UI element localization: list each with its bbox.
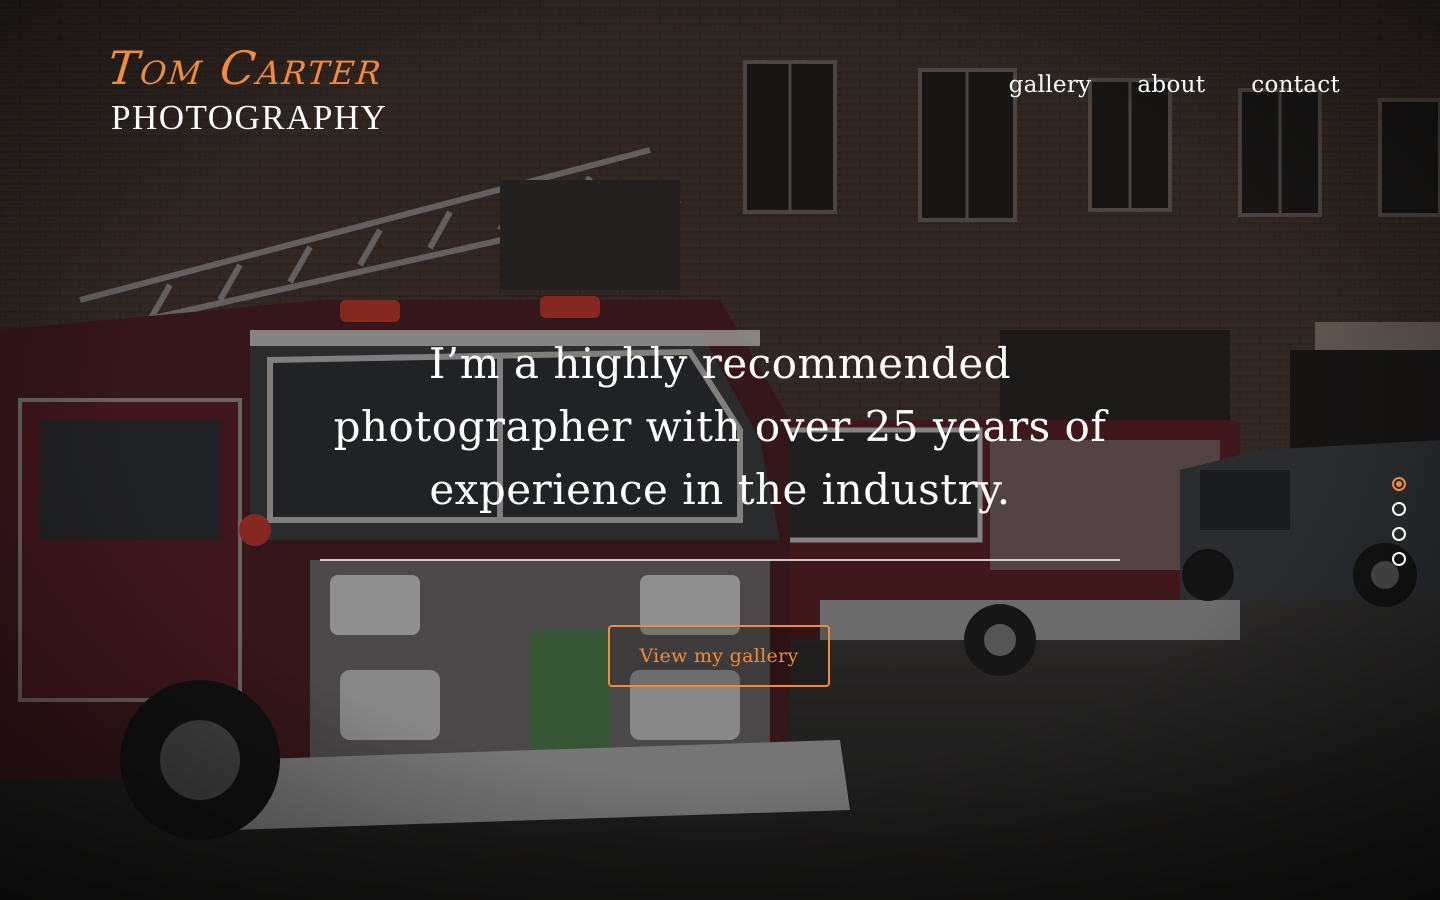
slider-dot-4[interactable] bbox=[1392, 552, 1406, 566]
nav-link-about[interactable]: about bbox=[1137, 72, 1205, 98]
logo-subtitle: PHOTOGRAPHY bbox=[111, 98, 388, 137]
slider-dot-1[interactable] bbox=[1392, 477, 1406, 491]
hero-section: Tom Carter PHOTOGRAPHY gallery about con… bbox=[0, 0, 1440, 900]
site-logo[interactable]: Tom Carter PHOTOGRAPHY bbox=[105, 40, 388, 138]
nav-link-contact[interactable]: contact bbox=[1251, 72, 1340, 98]
slider-dot-2[interactable] bbox=[1392, 502, 1406, 516]
hero-divider bbox=[320, 559, 1120, 561]
slider-dot-3[interactable] bbox=[1392, 527, 1406, 541]
logo-name: Tom Carter bbox=[105, 41, 386, 95]
hero-headline: I’m a highly recommended photographer wi… bbox=[333, 339, 1107, 514]
slider-dots bbox=[1392, 477, 1406, 566]
main-nav: gallery about contact bbox=[1009, 72, 1340, 98]
view-gallery-button[interactable]: View my gallery bbox=[608, 625, 830, 687]
nav-link-gallery[interactable]: gallery bbox=[1009, 72, 1092, 98]
